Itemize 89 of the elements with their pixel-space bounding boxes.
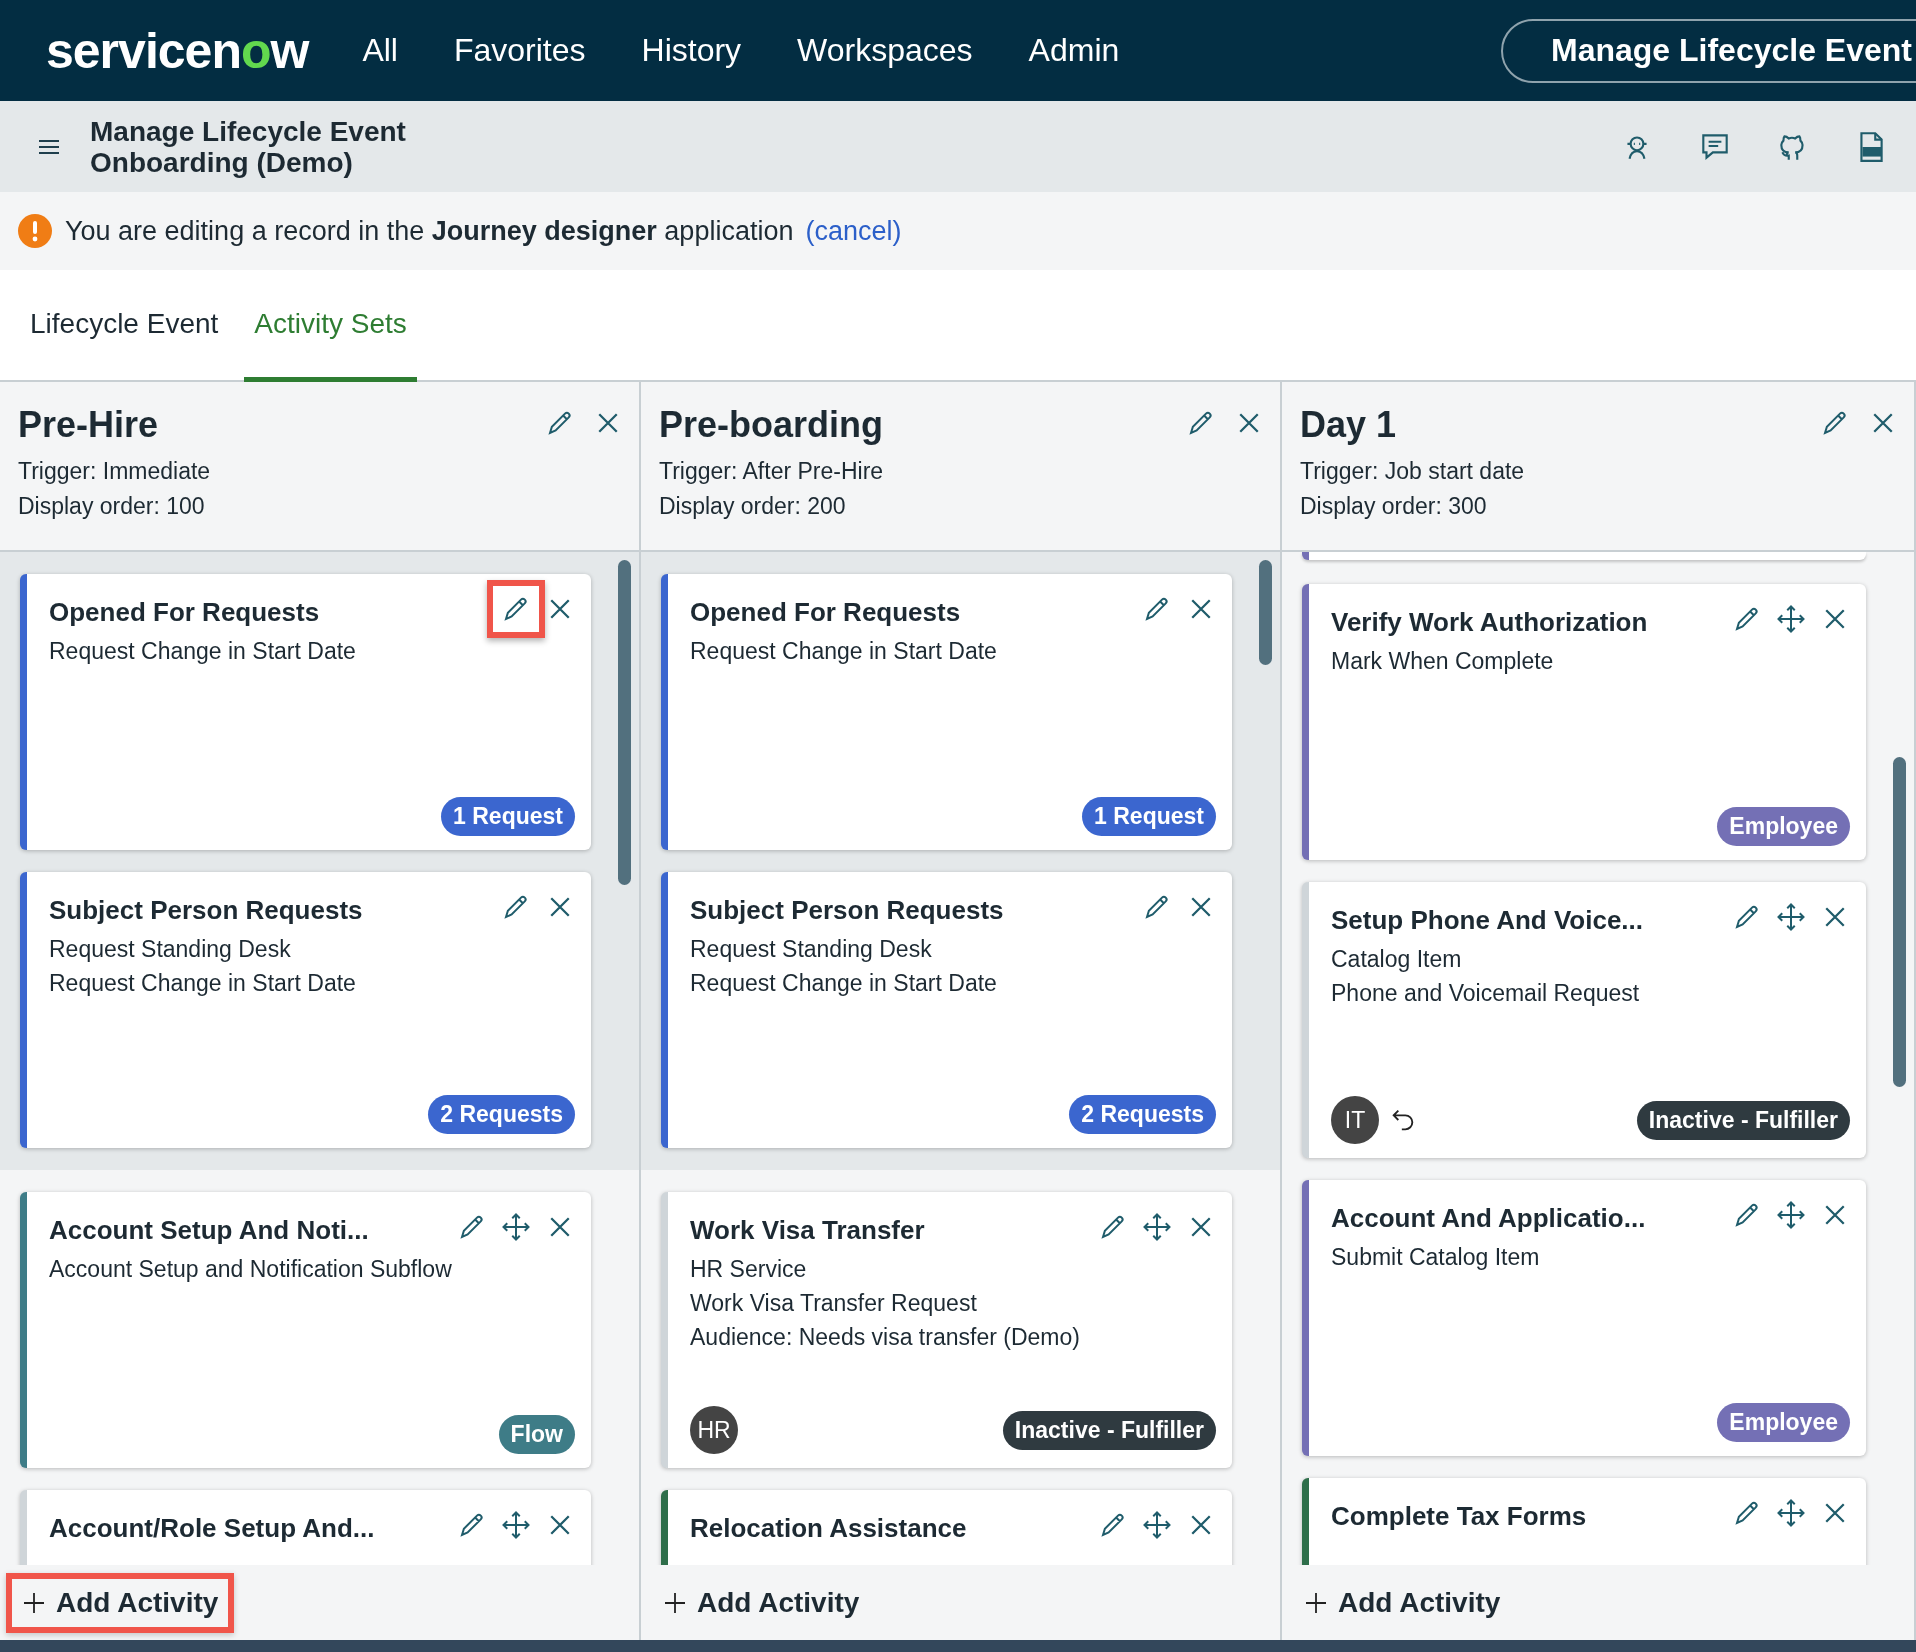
card-title: Subject Person Requests [49, 894, 364, 926]
card-detail: HR Service [690, 1255, 808, 1284]
move-icon[interactable] [1776, 1200, 1806, 1230]
card-title: Account And Applicatio... [1331, 1202, 1647, 1234]
record-title: Manage Lifecycle Event Onboarding (Demo) [90, 115, 406, 178]
column-title: Day 1 [1300, 404, 1398, 446]
move-icon[interactable] [1776, 604, 1806, 634]
avatar: IT [1331, 1096, 1379, 1144]
status-badge: 2 Requests [428, 1095, 575, 1134]
warning-icon [17, 213, 53, 249]
status-badge: 2 Requests [1069, 1095, 1216, 1134]
status-badge: Employee [1717, 1403, 1850, 1442]
edit-button[interactable] [487, 580, 545, 638]
activity-card[interactable]: Relocation Assistance [661, 1490, 1232, 1565]
status-badge: 1 Request [1082, 797, 1216, 836]
move-icon[interactable] [501, 1510, 531, 1540]
activity-card[interactable]: Account Setup And Noti... Account Setup and Notification Subflow Flow [20, 1192, 591, 1468]
plus-icon [1304, 1590, 1328, 1615]
status-badge: Inactive - Fulfiller [1002, 1410, 1216, 1450]
menu-icon[interactable] [38, 138, 60, 155]
logo[interactable]: servicenow [46, 21, 309, 80]
plus-icon [22, 1590, 46, 1615]
card-detail: Request Change in Start Date [49, 637, 357, 666]
status-badge: Flow [498, 1415, 575, 1454]
card-detail: Audience: Needs visa transfer (Demo) [690, 1323, 1081, 1352]
card-title: Setup Phone And Voice... [1331, 904, 1645, 936]
card-detail: Phone and Voicemail Request [1331, 979, 1641, 1008]
status-badge: Employee [1717, 807, 1850, 846]
trigger-text: Trigger: Job start date [1300, 457, 1526, 486]
activity-card[interactable]: Account And Applicatio... Submit Catalog Item Employee [1302, 1180, 1866, 1456]
nav-link[interactable]: Favorites [453, 32, 586, 69]
avatar: HR [690, 1406, 738, 1454]
scrollbar-thumb[interactable] [1893, 757, 1906, 1087]
notice-text: You are editing a record in the Journey designer application [65, 215, 794, 247]
card-detail: Request Standing Desk [49, 935, 292, 964]
nav-link[interactable]: All [362, 32, 398, 69]
status-badge: Inactive - Fulfiller [1636, 1100, 1850, 1140]
card-title: Opened For Requests [690, 596, 962, 628]
card-detail: Request Change in Start Date [49, 969, 357, 998]
add-activity-button[interactable]: Add Activity [653, 1578, 870, 1627]
activity-card[interactable]: Work Visa Transfer HR Service Work Visa Transfer Request Audience: Needs visa transfer (Demo) HR Inactive - Fulfiller [661, 1192, 1232, 1468]
card-detail: Submit Catalog Item [1331, 1243, 1541, 1272]
activity-card[interactable]: Verify Work Authorization Mark When Complete Employee [1302, 584, 1866, 860]
move-icon[interactable] [1142, 1510, 1172, 1540]
nav-link[interactable]: History [641, 32, 742, 69]
cancel-link[interactable]: (cancel) [805, 215, 902, 247]
move-icon[interactable] [1142, 1212, 1172, 1242]
activity-card[interactable]: Subject Person Requests Request Standing Desk Request Change in Start Date 2 Requests [20, 872, 591, 1148]
plus-icon [663, 1590, 687, 1615]
display-order-text: Display order: 100 [18, 492, 206, 521]
card-title: Complete Tax Forms [1331, 1500, 1588, 1532]
card-detail: Request Standing Desk [690, 935, 933, 964]
display-order-text: Display order: 200 [659, 492, 847, 521]
add-activity-button[interactable]: Add Activity [12, 1578, 229, 1627]
trigger-text: Trigger: Immediate [18, 457, 212, 486]
column-title: Pre-boarding [659, 404, 884, 446]
activity-card[interactable]: Opened For Requests Request Change in Start Date 1 Request [661, 574, 1232, 850]
card-title: Account/Role Setup And... [49, 1512, 376, 1544]
card-detail: Account Setup and Notification Subflow [49, 1255, 453, 1284]
activity-card[interactable]: Subject Person Requests Request Standing Desk Request Change in Start Date 2 Requests [661, 872, 1232, 1148]
activity-card[interactable]: Setup Phone And Voice... Catalog Item Phone and Voicemail Request IT Inactive - Fulfiller [1302, 882, 1866, 1158]
nav-link[interactable]: Workspaces [797, 32, 973, 69]
display-order-text: Display order: 300 [1300, 492, 1488, 521]
card-title: Account Setup And Noti... [49, 1214, 370, 1246]
column-title: Pre-Hire [18, 404, 160, 446]
activity-card[interactable]: Complete Tax Forms [1302, 1478, 1866, 1565]
move-icon[interactable] [501, 1212, 531, 1242]
scrollbar-thumb[interactable] [618, 560, 631, 885]
move-icon[interactable] [1776, 902, 1806, 932]
tab[interactable]: Lifecycle Event [28, 270, 221, 382]
add-activity-button[interactable]: Add Activity [1294, 1578, 1511, 1627]
card-detail: Mark When Complete [1331, 647, 1555, 676]
card-title: Verify Work Authorization [1331, 606, 1649, 638]
card-detail: Catalog Item [1331, 945, 1463, 974]
card-detail: Request Change in Start Date [690, 637, 998, 666]
card-detail: Work Visa Transfer Request [690, 1289, 978, 1318]
card-title: Work Visa Transfer [690, 1214, 926, 1246]
scrollbar-thumb[interactable] [1259, 560, 1272, 665]
card-title: Relocation Assistance [690, 1512, 968, 1544]
move-icon[interactable] [1776, 1498, 1806, 1528]
card-title: Subject Person Requests [690, 894, 1005, 926]
card-title: Opened For Requests [49, 596, 321, 628]
card-detail: Request Change in Start Date [690, 969, 998, 998]
context-button[interactable]: Manage Lifecycle Event [1500, 18, 1916, 83]
status-badge: 1 Request [441, 797, 575, 836]
activity-card[interactable]: Opened For Requests Request Change in Start Date 1 Request [20, 574, 591, 850]
nav-link[interactable]: Admin [1028, 32, 1120, 69]
activity-card[interactable]: Account/Role Setup And... [20, 1490, 591, 1565]
trigger-text: Trigger: After Pre-Hire [659, 457, 885, 486]
